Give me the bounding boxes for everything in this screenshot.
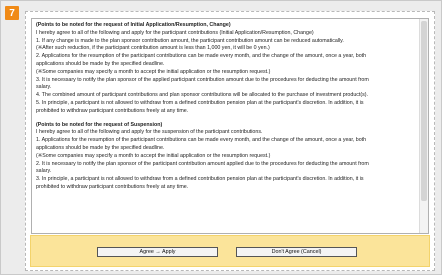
terms-scroll-box[interactable]: (Points to be noted for the request of I… <box>31 18 429 234</box>
section1-line: 2. Applications for the resumption of th… <box>36 53 367 60</box>
section1-line: salary. <box>36 84 52 91</box>
consent-panel: (Points to be noted for the request of I… <box>25 11 435 271</box>
section1-lines: I hereby agree to all of the following a… <box>36 30 418 116</box>
dont-agree-cancel-button[interactable]: Don't Agree (Cancel) <box>236 247 357 257</box>
section1-line: 3. It is necessary to notify the plan sp… <box>36 76 369 83</box>
section2-line: 2. It is necessary to notify the plan sp… <box>36 160 369 167</box>
section1-line: 5. In principle, a participant is not al… <box>36 99 364 106</box>
section1-line: (※Some companies may specify a month to … <box>36 68 271 75</box>
section1-line: applications should be made by the speci… <box>36 60 165 67</box>
section1-title: (Points to be noted for the request of I… <box>36 22 231 28</box>
action-button-bar: Agree → Apply Don't Agree (Cancel) <box>30 235 430 267</box>
section1-line: I hereby agree to all of the following a… <box>36 29 314 36</box>
section1-line: 1. If any change is made to the plan spo… <box>36 37 344 44</box>
agree-apply-button[interactable]: Agree → Apply <box>97 247 218 257</box>
section1-line: (※After such reduction, if the participa… <box>36 45 270 52</box>
consent-screen-frame: 7 (Points to be noted for the request of… <box>0 0 442 275</box>
scrollbar[interactable] <box>419 19 428 233</box>
section2-line: prohibited to withdraw participant contr… <box>36 183 189 190</box>
section2-line: 3. In principle, a participant is not al… <box>36 176 364 183</box>
section1-line: prohibited to withdraw participant contr… <box>36 107 189 114</box>
section2-line: (※Some companies may specify a month to … <box>36 152 271 159</box>
section2-line: applications should be made by the speci… <box>36 144 165 151</box>
section2-lines: I hereby agree to all of the following a… <box>36 129 418 191</box>
section2-line: salary. <box>36 168 52 175</box>
section2-line: 1. Applications for the resumption of th… <box>36 137 367 144</box>
step-number-badge: 7 <box>5 6 19 20</box>
terms-text: (Points to be noted for the request of I… <box>36 22 418 192</box>
section1-line: 4. The combined amount of participant co… <box>36 92 369 99</box>
section2-title: (Points to be noted for the request of S… <box>36 121 163 128</box>
scrollbar-thumb[interactable] <box>421 21 427 201</box>
section2-line: I hereby agree to all of the following a… <box>36 129 263 136</box>
